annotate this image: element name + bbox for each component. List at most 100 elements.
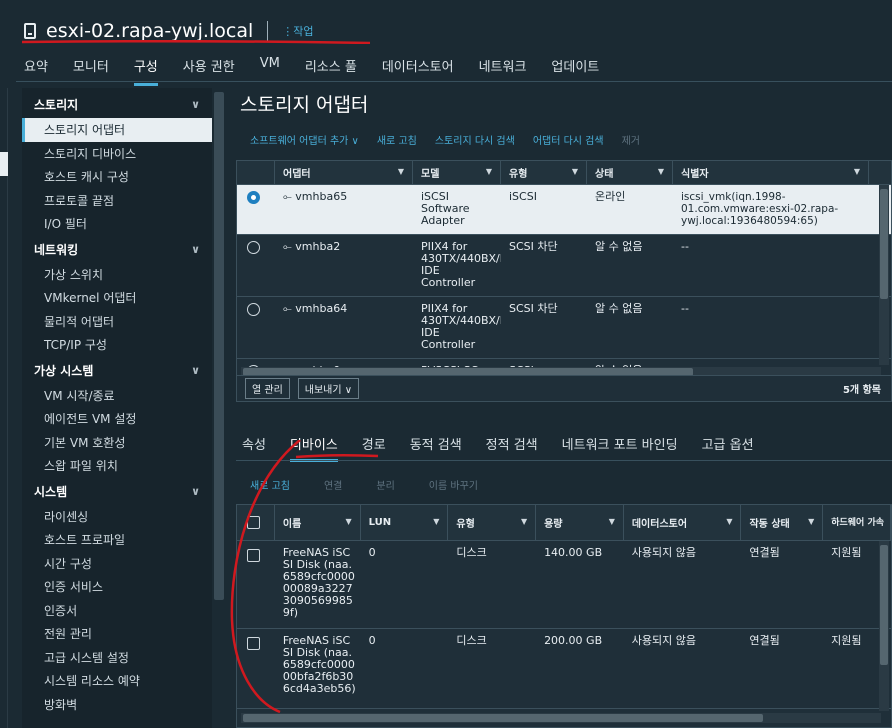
add-software-adapter-button[interactable]: 소프트웨어 어댑터 추가 ∨ xyxy=(250,132,359,147)
table-row[interactable]: FreeNAS iSCSI Disk (naa.6589cfc000000089… xyxy=(237,541,891,629)
column-type[interactable]: 유형 ▼ xyxy=(501,161,587,184)
rescan-storage-button[interactable]: 스토리지 다시 검색 xyxy=(435,132,515,147)
radio-button[interactable] xyxy=(247,303,260,316)
manage-columns-button[interactable]: 열 관리 xyxy=(245,378,290,399)
adapter-type: SCSI 차단 xyxy=(509,240,558,253)
detach-button[interactable]: 분리 xyxy=(376,477,394,492)
column-lun[interactable]: LUN ▼ xyxy=(361,505,449,540)
device-datastore: 사용되지 않음 xyxy=(631,546,697,559)
tab-dynamic-discovery[interactable]: 동적 검색 xyxy=(410,434,462,462)
column-status[interactable]: 상태 ▼ xyxy=(587,161,673,184)
sidebar-group-networking[interactable]: 네트워킹 ∨ xyxy=(22,236,212,263)
filter-icon[interactable]: ▼ xyxy=(398,167,404,176)
sidebar-item-host-cache[interactable]: 호스트 캐시 구성 xyxy=(22,165,212,189)
filter-icon[interactable]: ▼ xyxy=(433,517,439,526)
adapter-identifier: -- xyxy=(681,302,689,315)
chevron-down-icon: ∨ xyxy=(191,98,200,111)
filter-icon[interactable]: ▼ xyxy=(486,167,492,176)
adapter-icon: ⟜ xyxy=(283,240,296,253)
sidebar-item-physical-adapters[interactable]: 물리적 어댑터 xyxy=(22,310,212,334)
sidebar-item-virtual-switches[interactable]: 가상 스위치 xyxy=(22,263,212,287)
sidebar-item-protocol-endpoints[interactable]: 프로토콜 끝점 xyxy=(22,189,212,213)
export-button[interactable]: 내보내기 ∨ xyxy=(297,378,360,399)
remove-button[interactable]: 제거 xyxy=(622,132,640,147)
sidebar-item-advanced-settings[interactable]: 고급 시스템 설정 xyxy=(22,646,212,670)
scroll-thumb[interactable] xyxy=(880,189,888,299)
sidebar-item-vm-startup[interactable]: VM 시작/종료 xyxy=(22,384,212,408)
adapters-vscroll[interactable] xyxy=(879,185,889,365)
adapter-model: PIIX4 for 430TX/440BX/MX IDE Controller xyxy=(421,240,501,289)
filter-icon[interactable]: ▼ xyxy=(658,167,664,176)
tab-divider xyxy=(16,81,892,82)
sidebar-item-power-mgmt[interactable]: 전원 관리 xyxy=(22,622,212,646)
sidebar-item-certificate[interactable]: 인증서 xyxy=(22,599,212,623)
actions-menu[interactable]: ⋮작업 xyxy=(282,23,313,39)
device-datastore: 사용되지 않음 xyxy=(631,634,697,647)
sidebar-item-host-profile[interactable]: 호스트 프로파일 xyxy=(22,528,212,552)
adapter-status: 알 수 없음 xyxy=(595,302,643,315)
device-capacity: 140.00 GB xyxy=(544,546,603,559)
sidebar-item-io-filters[interactable]: I/O 필터 xyxy=(22,212,212,236)
sidebar-item-time-config[interactable]: 시간 구성 xyxy=(22,552,212,576)
table-row[interactable]: ⟜ vmhba65 iSCSI Software Adapter iSCSI 온… xyxy=(237,185,891,235)
sidebar-item-resource-reservation[interactable]: 시스템 리소스 예약 xyxy=(22,669,212,693)
adapter-name: ⟜ vmhba2 xyxy=(283,240,341,253)
radio-button[interactable] xyxy=(247,241,260,254)
chevron-down-icon: ∨ xyxy=(191,242,200,256)
sidebar-item-licensing[interactable]: 라이센싱 xyxy=(22,505,212,529)
sidebar-item-storage-devices[interactable]: 스토리지 디바이스 xyxy=(22,142,212,166)
device-type: 디스크 xyxy=(456,634,487,647)
filter-icon[interactable]: ▼ xyxy=(572,167,578,176)
filter-icon[interactable]: ▼ xyxy=(609,517,615,526)
table-row[interactable]: ⟜ vmhba64 PIIX4 for 430TX/440BX/MX IDE C… xyxy=(237,297,891,359)
refresh-button[interactable]: 새로 고침 xyxy=(377,132,417,147)
sidebar-item-default-vm-compat[interactable]: 기본 VM 호환성 xyxy=(22,431,212,455)
tab-advanced-options[interactable]: 고급 옵션 xyxy=(702,434,754,462)
column-adapter[interactable]: 어댑터 ▼ xyxy=(275,161,413,184)
tab-static-discovery[interactable]: 정적 검색 xyxy=(486,434,538,462)
filter-icon[interactable]: ▼ xyxy=(726,517,732,526)
sidebar-item-vmkernel-adapters[interactable]: VMkernel 어댑터 xyxy=(22,286,212,310)
select-column xyxy=(237,161,275,184)
adapter-type: iSCSI xyxy=(509,190,537,203)
devices-vscroll[interactable] xyxy=(879,541,889,711)
devices-hscroll[interactable] xyxy=(241,713,881,723)
column-datastore[interactable]: 데이터스토어 ▼ xyxy=(624,505,742,540)
sidebar-item-storage-adapters[interactable]: 스토리지 어댑터 xyxy=(22,118,212,142)
adapter-status: 알 수 없음 xyxy=(595,240,643,253)
column-operational-state[interactable]: 작동 상태 ▼ xyxy=(741,505,824,540)
filter-icon[interactable]: ▼ xyxy=(345,517,351,526)
sidebar-item-auth-services[interactable]: 인증 서비스 xyxy=(22,575,212,599)
subtab-divider xyxy=(236,460,892,461)
adapter-model: iSCSI Software Adapter xyxy=(421,190,470,227)
scroll-thumb[interactable] xyxy=(880,545,888,665)
sidebar-item-swap-file[interactable]: 스왑 파일 위치 xyxy=(22,454,212,478)
column-capacity[interactable]: 용량 ▼ xyxy=(536,505,624,540)
column-type[interactable]: 유형 ▼ xyxy=(448,505,537,540)
adapter-icon: ⟜ xyxy=(283,190,296,203)
sidebar-item-agent-vm[interactable]: 에이전트 VM 설정 xyxy=(22,407,212,431)
tab-network-port-binding[interactable]: 네트워크 포트 바인딩 xyxy=(562,434,678,462)
radio-button[interactable] xyxy=(247,191,260,204)
rescan-adapter-button[interactable]: 어댑터 다시 검색 xyxy=(533,132,604,147)
filter-icon[interactable]: ▼ xyxy=(808,517,814,526)
devices-grid: 이름 ▼ LUN ▼ 유형 ▼ 용량 ▼ 데이터스토어 ▼ 작동 상태 ▼ 하드웨어 가속 … xyxy=(236,504,892,728)
column-identifier[interactable]: 식별자 ▼ xyxy=(673,161,869,184)
left-nav-selected-marker xyxy=(0,152,8,176)
filter-icon[interactable]: ▼ xyxy=(521,517,527,526)
sidebar-item-firewall[interactable]: 방화벽 xyxy=(22,693,212,717)
sidebar-group-storage[interactable]: 스토리지 ∨ xyxy=(22,91,212,118)
red-underline-annotation xyxy=(21,40,371,44)
table-row[interactable]: ⟜ vmhba2 PIIX4 for 430TX/440BX/MX IDE Co… xyxy=(237,235,891,297)
column-hw-accel[interactable]: 하드웨어 가속 xyxy=(823,505,891,540)
sidebar-group-virtual-machines[interactable]: 가상 시스템 ∨ xyxy=(22,357,212,384)
sidebar-group-system[interactable]: 시스템 ∨ xyxy=(22,478,212,505)
column-model[interactable]: 모델 ▼ xyxy=(413,161,501,184)
device-type: 디스크 xyxy=(456,546,487,559)
filter-icon[interactable]: ▼ xyxy=(854,167,860,176)
sidebar-item-tcpip[interactable]: TCP/IP 구성 xyxy=(22,333,212,357)
adapter-icon: ⟜ xyxy=(283,302,296,315)
adapter-name: ⟜ vmhba64 xyxy=(283,302,348,315)
rename-button[interactable]: 이름 바꾸기 xyxy=(429,477,478,492)
table-row[interactable]: FreeNAS iSCSI Disk (naa.6589cfc000000bfa… xyxy=(237,629,891,709)
